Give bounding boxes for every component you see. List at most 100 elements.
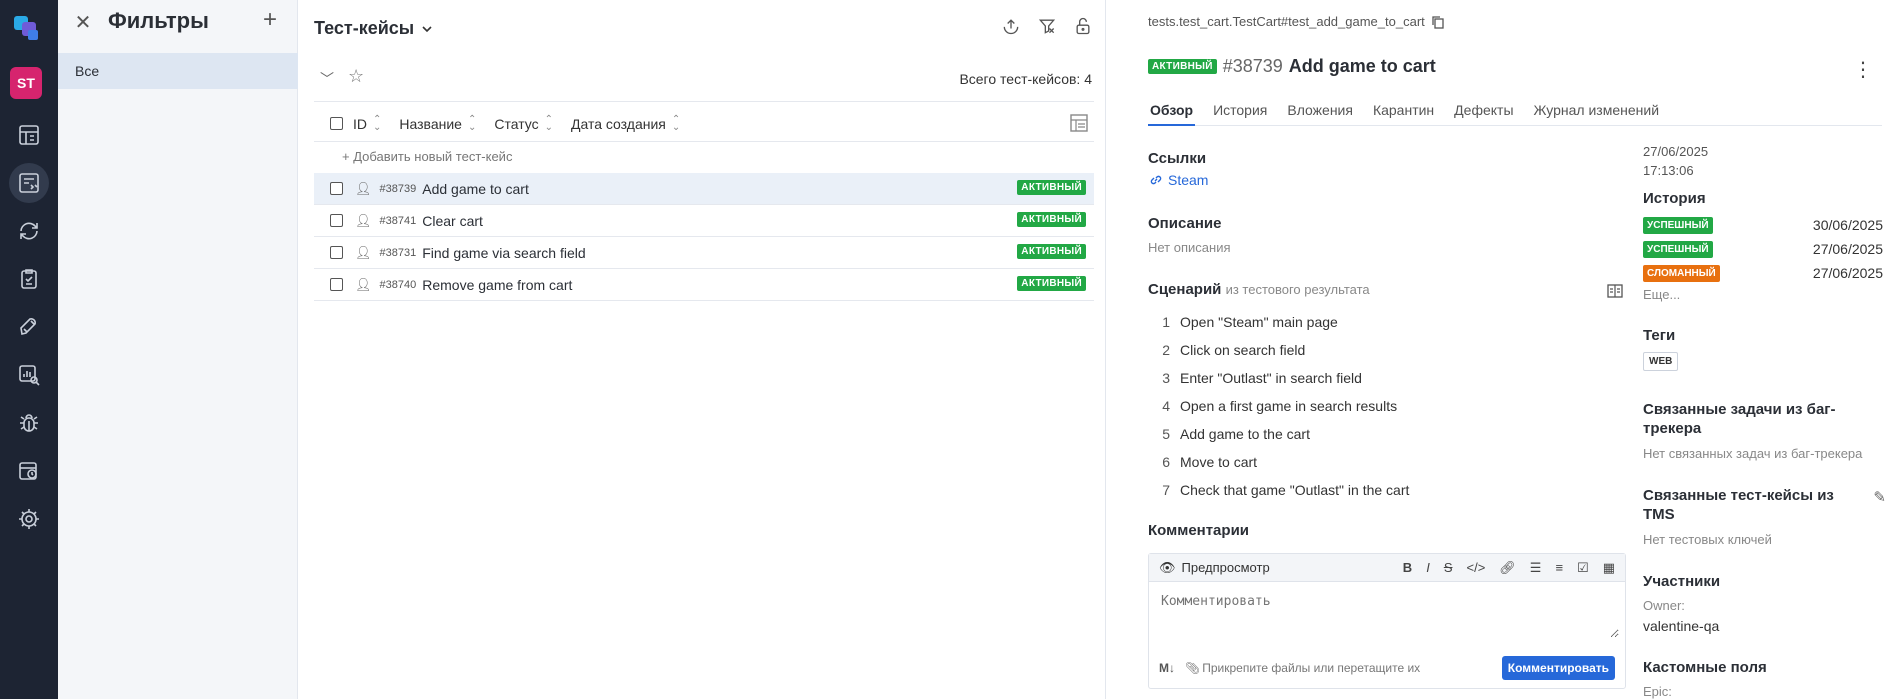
chevron-down-icon (422, 25, 432, 32)
links-title: Ссылки (1148, 150, 1207, 167)
edit-pencil-icon[interactable]: ✎ (1873, 488, 1886, 506)
collapse-chevron-icon[interactable]: ﹀ (320, 69, 334, 89)
table-row[interactable]: 👤︎ #38731 Find game via search field АКТ… (314, 237, 1094, 269)
bold-icon[interactable]: B (1403, 560, 1412, 576)
list-item: 5 Add game to the cart (1148, 420, 1409, 448)
markdown-icon[interactable]: M↓ (1159, 661, 1175, 675)
table-row[interactable]: 👤︎ #38741 Clear cart АКТИВНЫЙ (314, 205, 1094, 237)
description-title: Описание (1148, 215, 1222, 232)
scenario-steps: 1 Open "Steam" main page 2 Click on search… (1148, 308, 1409, 504)
avatar[interactable]: ST (10, 67, 42, 99)
numbered-list-icon[interactable]: ≡ (1555, 560, 1563, 576)
status-badge: АКТИВНЫЙ (1017, 276, 1086, 291)
checklist-icon[interactable] (9, 259, 49, 299)
table-row[interactable]: 👤︎ #38739 Add game to cart АКТИВНЫЙ (314, 173, 1094, 205)
list-toolbar (1001, 16, 1093, 36)
scenario-source-icon[interactable] (1607, 283, 1623, 299)
app-root: ST ✕ Фильтры + Все Тест-кейсы ﹀ ☆ Всего … (0, 0, 1895, 699)
col-id-label: ID (353, 115, 367, 132)
dashboard-icon[interactable] (9, 115, 49, 155)
tab-changelog[interactable]: Журнал изменений (1532, 96, 1662, 126)
lock-open-icon[interactable] (1073, 16, 1093, 36)
rocket-icon[interactable] (9, 307, 49, 347)
history-row[interactable]: УСПЕШНЫЙ 30/06/2025 (1643, 213, 1883, 237)
preview-toggle[interactable]: 👁︎ Предпросмотр (1159, 560, 1270, 576)
tms-title: Связанные тест-кейсы из TMS (1643, 487, 1834, 523)
step-text: Open "Steam" main page (1180, 314, 1338, 330)
strikethrough-icon[interactable]: S (1444, 560, 1453, 576)
col-created-label: Дата создания (571, 115, 666, 132)
list-title: Тест-кейсы (314, 18, 415, 38)
tab-overview[interactable]: Обзор (1148, 96, 1196, 126)
status-badge: АКТИВНЫЙ (1017, 244, 1086, 259)
history-date: 27/06/2025 (1812, 241, 1883, 257)
row-name: Find game via search field (422, 244, 586, 261)
row-checkbox[interactable] (330, 278, 343, 291)
test-case-detail: tests.test_cart.TestCart#test_add_game_t… (1106, 0, 1895, 699)
step-number: 3 (1162, 370, 1170, 386)
copy-icon[interactable] (1431, 15, 1445, 29)
code-icon[interactable]: </> (1466, 560, 1485, 576)
launches-icon[interactable] (9, 211, 49, 251)
list-title-dropdown[interactable]: Тест-кейсы (314, 18, 434, 39)
row-name: Add game to cart (422, 180, 529, 197)
tab-attachments[interactable]: Вложения (1285, 96, 1355, 126)
filter-off-icon[interactable] (1037, 16, 1057, 36)
sort-icon: ⌃ ⌄ (467, 113, 477, 133)
row-checkbox[interactable] (330, 182, 343, 195)
tab-history[interactable]: История (1211, 96, 1269, 126)
attach-icon[interactable]: 📎︎ (1185, 661, 1200, 675)
tab-quarantine[interactable]: Карантин (1371, 96, 1436, 126)
col-created[interactable]: Дата создания ⌃ ⌄ (571, 114, 680, 132)
table-icon[interactable]: ▦ (1603, 560, 1615, 576)
history-row[interactable]: УСПЕШНЫЙ 27/06/2025 (1643, 237, 1883, 261)
row-checkbox[interactable] (330, 246, 343, 259)
add-test-case-button[interactable]: + Добавить новый тест-кейс (314, 143, 1094, 173)
bug-icon[interactable] (9, 403, 49, 443)
submit-comment-button[interactable]: Комментировать (1501, 656, 1615, 680)
tags-title: Теги (1643, 327, 1676, 344)
filter-item-all[interactable]: Все (58, 53, 298, 89)
history-more-link[interactable]: Еще... (1643, 287, 1680, 302)
upload-icon[interactable] (1001, 16, 1021, 36)
table-row[interactable]: 👤︎ #38740 Remove game from cart АКТИВНЫЙ (314, 269, 1094, 301)
col-status[interactable]: Статус ⌃ ⌄ (494, 114, 553, 132)
bullet-list-icon[interactable]: ☰ (1530, 560, 1542, 576)
list-item: 1 Open "Steam" main page (1148, 308, 1409, 336)
link-icon[interactable]: 🔗︎ (1499, 560, 1516, 576)
row-checkbox[interactable] (330, 214, 343, 227)
preview-label: Предпросмотр (1181, 560, 1270, 575)
italic-icon[interactable]: I (1426, 560, 1430, 576)
logo-icon[interactable] (12, 12, 44, 44)
scenario-subtitle: из тестового результата (1225, 282, 1370, 297)
tms-empty: Нет тестовых ключей (1643, 532, 1772, 547)
settings-icon[interactable] (9, 499, 49, 539)
status-badge: АКТИВНЫЙ (1017, 212, 1086, 227)
history-row[interactable]: СЛОМАННЫЙ 27/06/2025 (1643, 261, 1883, 285)
analytics-icon[interactable] (9, 355, 49, 395)
col-id[interactable]: ID ⌃ ⌄ (353, 113, 382, 133)
step-number: 2 (1162, 342, 1170, 358)
col-name[interactable]: Название ⌃ ⌄ (399, 113, 477, 133)
row-id: #38741 (379, 214, 417, 227)
user-icon: 👤︎ (355, 180, 372, 196)
sort-icon: ⌃ ⌄ (373, 113, 382, 133)
steam-link[interactable]: Steam (1148, 172, 1208, 188)
tab-defects[interactable]: Дефекты (1452, 96, 1515, 126)
col-name-label: Название (399, 115, 462, 132)
star-icon[interactable]: ☆ (348, 66, 364, 87)
columns-settings-icon[interactable] (1068, 112, 1090, 134)
select-all-checkbox[interactable] (330, 117, 343, 130)
comment-input[interactable] (1155, 588, 1619, 638)
jobs-icon[interactable] (9, 451, 49, 491)
detail-sidebar: 27/06/2025 17:13:06 История УСПЕШНЫЙ 30/0… (1643, 0, 1888, 699)
user-icon: 👤︎ (355, 276, 372, 292)
checklist-icon[interactable]: ☑ (1577, 560, 1589, 576)
step-text: Add game to the cart (1180, 426, 1310, 442)
add-filter-button[interactable]: + (263, 6, 277, 34)
test-cases-icon[interactable] (9, 163, 49, 203)
step-text: Open a first game in search results (1180, 398, 1398, 414)
tag-chip[interactable]: WEB (1643, 352, 1679, 371)
close-icon[interactable]: ✕ (73, 10, 93, 35)
history-date: 27/06/2025 (1812, 265, 1883, 281)
